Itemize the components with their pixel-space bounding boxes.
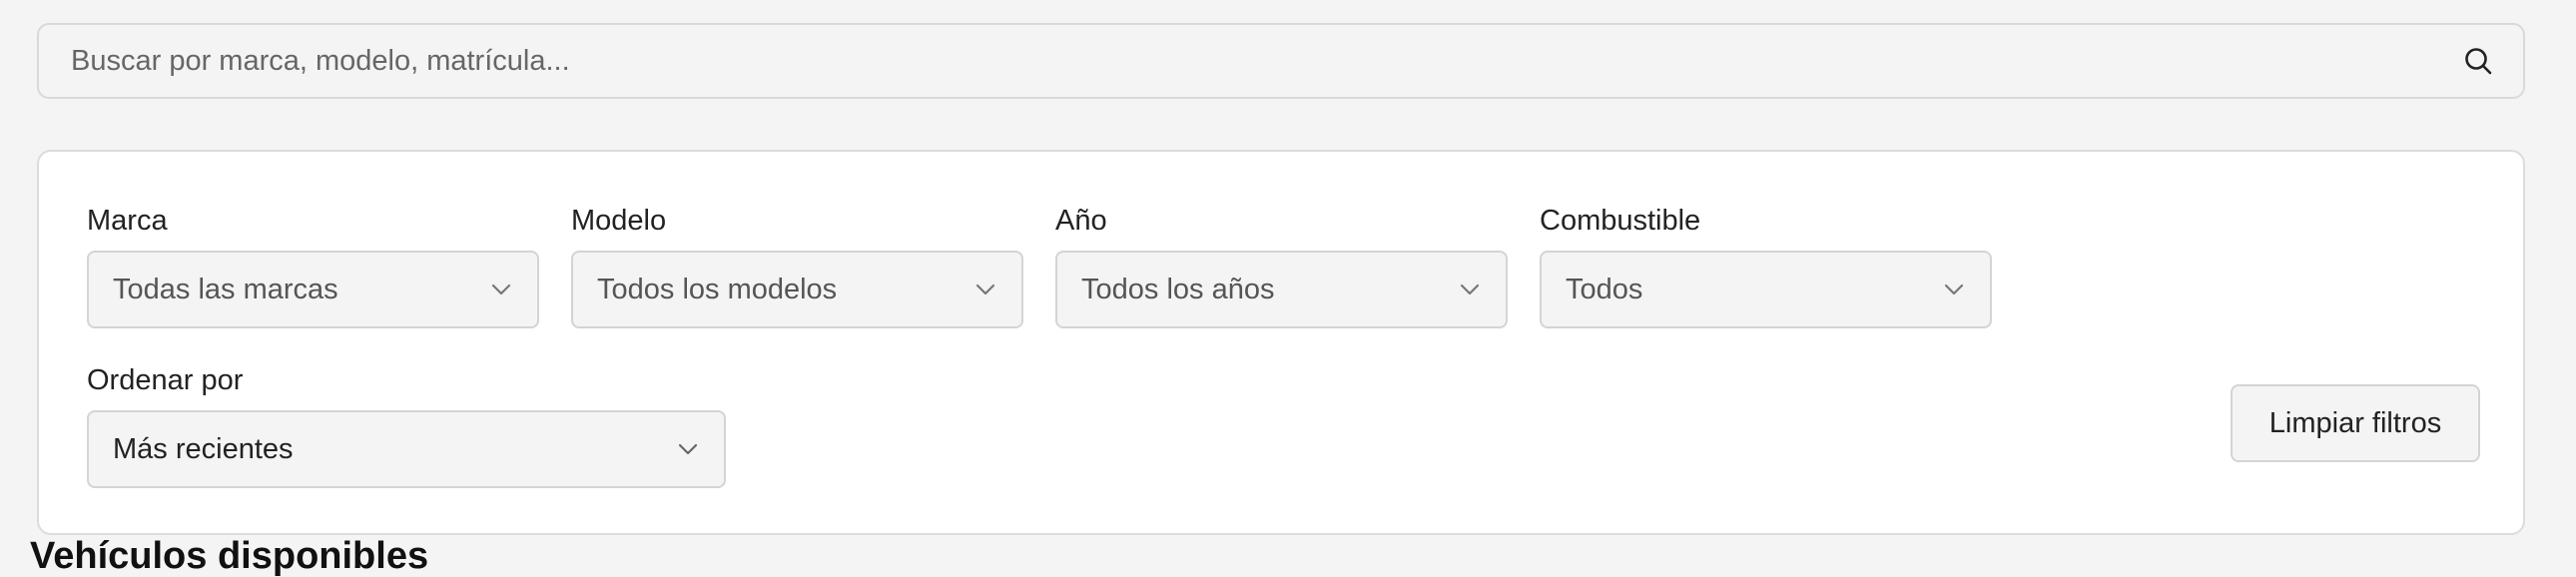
fuel-label: Combustible xyxy=(1540,205,1701,237)
year-select[interactable]: Todos los años xyxy=(1055,251,1508,328)
model-filter: Modelo Todos los modelos xyxy=(571,207,1023,328)
chevron-down-icon xyxy=(676,437,700,461)
results-heading: Vehículos disponibles xyxy=(30,535,429,577)
chevron-down-icon xyxy=(973,278,997,301)
brand-filter: Marca Todas las marcas xyxy=(87,207,539,328)
fuel-filter: Combustible Todos xyxy=(1540,207,1992,328)
brand-select-value: Todas las marcas xyxy=(113,273,338,305)
year-filter: Año Todos los años xyxy=(1055,207,1508,328)
model-select[interactable]: Todos los modelos xyxy=(571,251,1023,328)
sort-select-value: Más recientes xyxy=(113,432,294,465)
sort-label: Ordenar por xyxy=(87,364,244,396)
brand-select[interactable]: Todas las marcas xyxy=(87,251,539,328)
sort-select[interactable]: Más recientes xyxy=(87,410,726,488)
brand-label: Marca xyxy=(87,205,168,237)
model-label: Modelo xyxy=(571,205,667,237)
year-select-value: Todos los años xyxy=(1081,273,1275,305)
search-icon[interactable] xyxy=(2461,44,2495,78)
chevron-down-icon xyxy=(1458,278,1482,301)
year-label: Año xyxy=(1055,205,1107,237)
search-input[interactable] xyxy=(39,25,2461,97)
filters-panel: Marca Todas las marcas Modelo Todos los … xyxy=(37,150,2525,535)
chevron-down-icon xyxy=(489,278,513,301)
fuel-select[interactable]: Todos xyxy=(1540,251,1992,328)
clear-filters-button[interactable]: Limpiar filtros xyxy=(2231,384,2480,462)
sort-filter: Ordenar por Más recientes xyxy=(87,366,726,488)
model-select-value: Todos los modelos xyxy=(597,273,838,305)
fuel-select-value: Todos xyxy=(1566,273,1643,305)
chevron-down-icon xyxy=(1942,278,1966,301)
search-bar xyxy=(37,23,2525,99)
